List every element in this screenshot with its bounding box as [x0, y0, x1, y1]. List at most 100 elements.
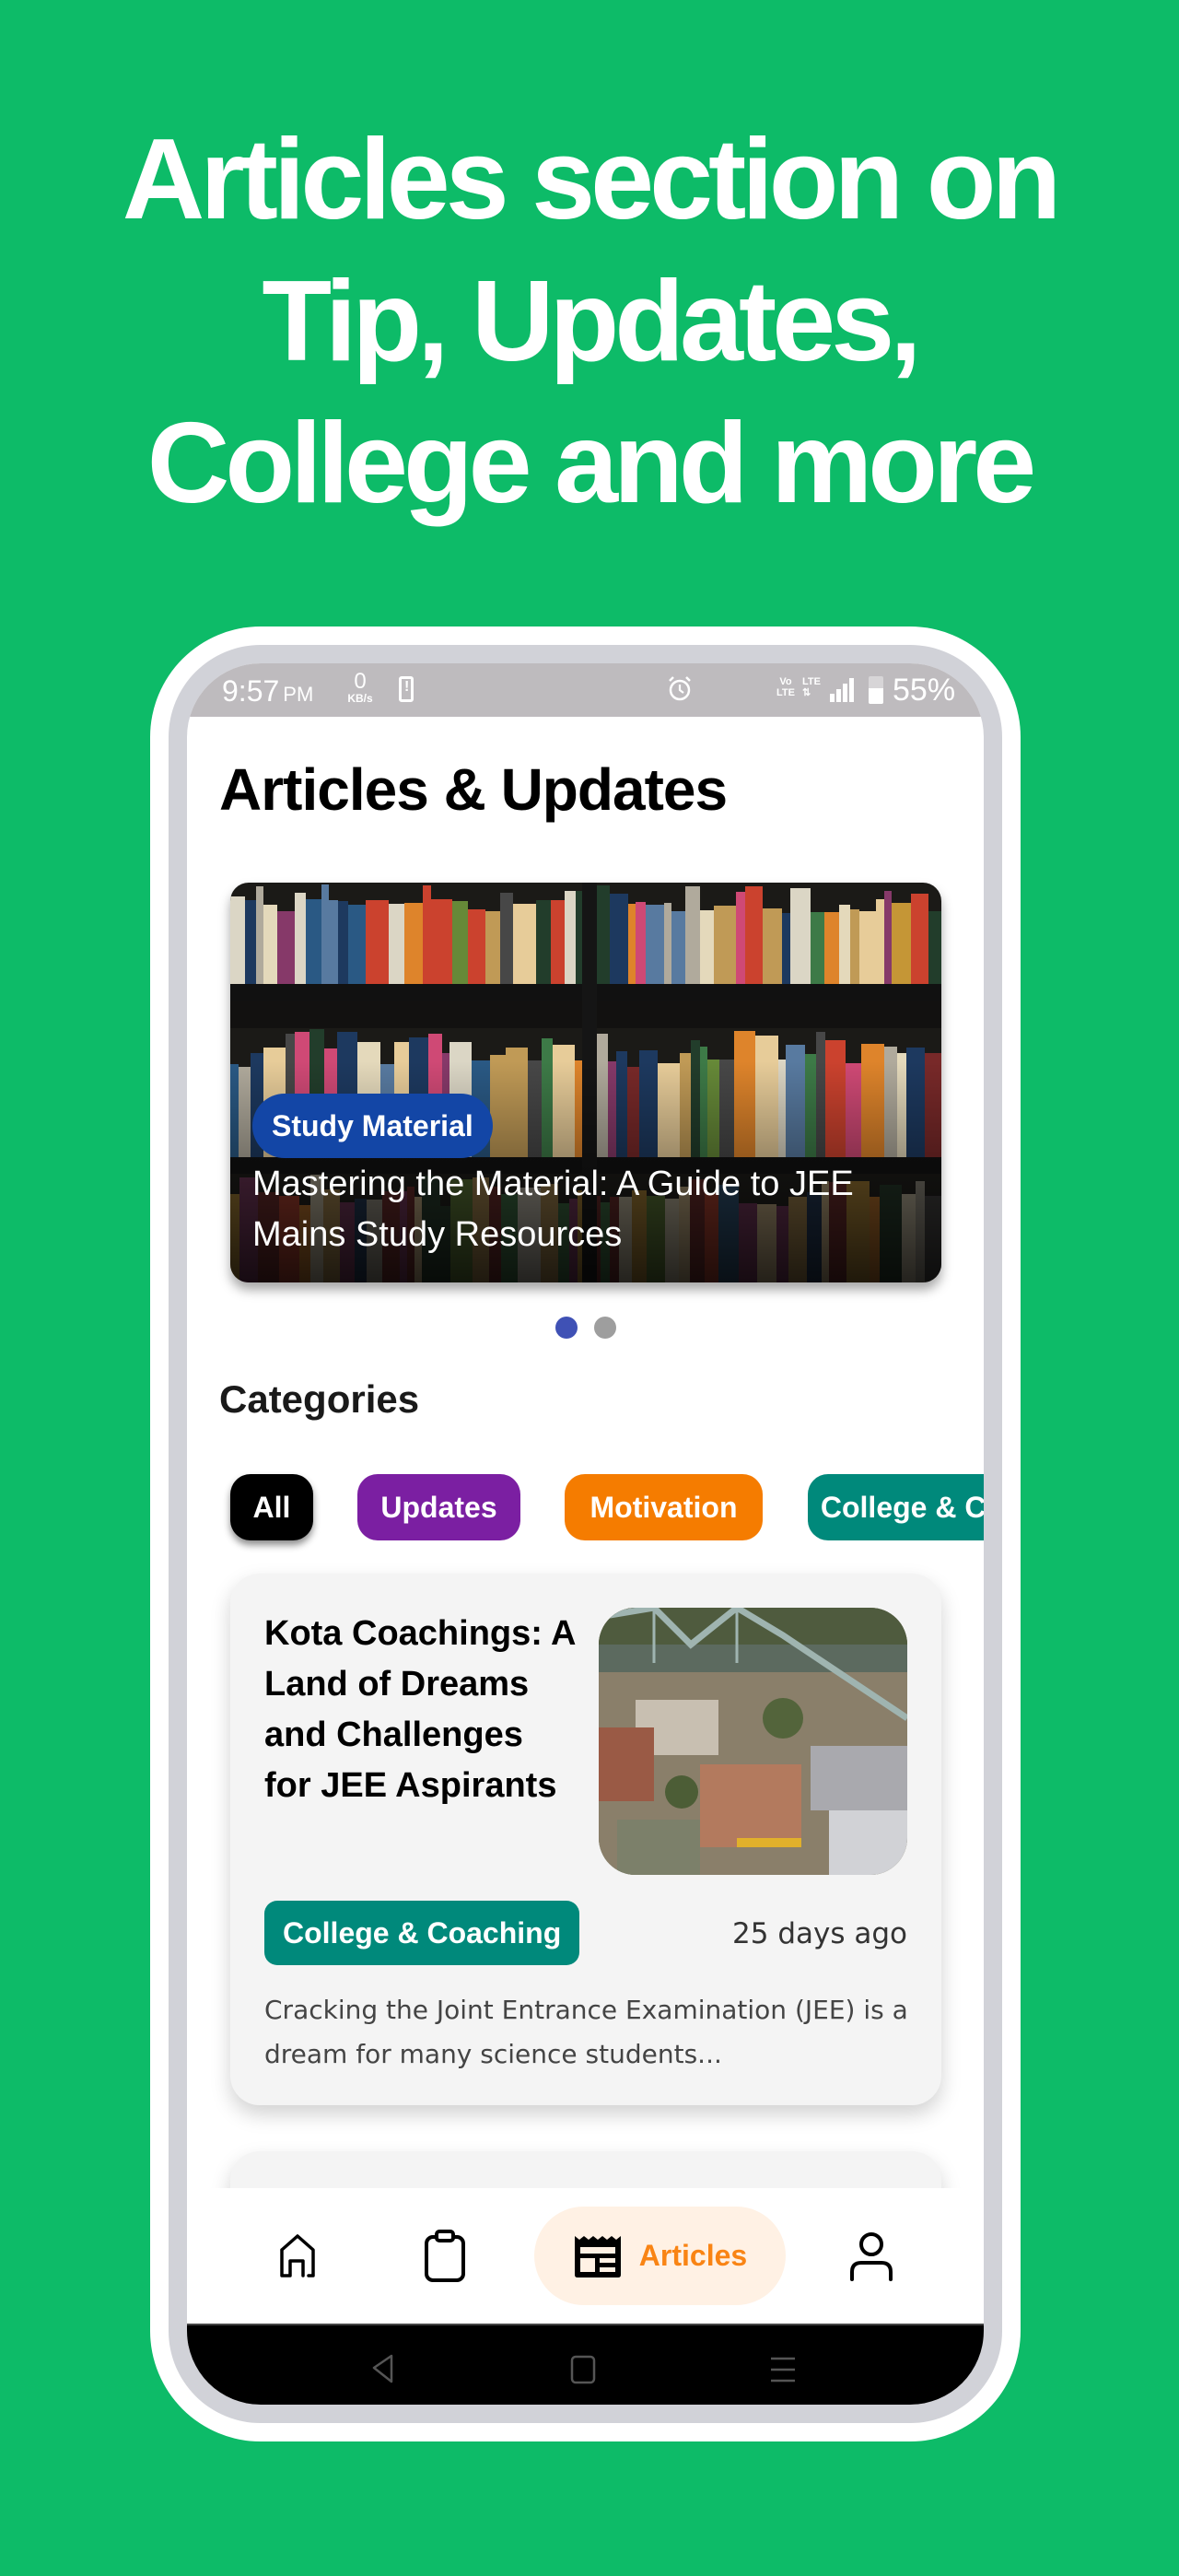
- headline-line-2: Tip, Updates,: [262, 258, 921, 385]
- book-spine: [305, 898, 322, 984]
- carousel-dots: [187, 1317, 984, 1339]
- status-time-ampm: PM: [283, 683, 314, 706]
- newspaper-icon: [574, 2235, 621, 2277]
- volte-bottom: LTE: [776, 687, 795, 698]
- signal-icon: [830, 678, 854, 702]
- carousel-dot[interactable]: [593, 1317, 616, 1339]
- recents-icon[interactable]: [769, 2355, 797, 2384]
- book-spine: [884, 890, 893, 984]
- book-spine: [451, 900, 469, 984]
- book-spine: [876, 898, 885, 984]
- book-spine: [565, 890, 577, 984]
- net-speed-value: 0: [354, 669, 367, 694]
- category-chip-all[interactable]: All: [230, 1474, 313, 1540]
- bottom-nav: Articles: [187, 2188, 984, 2324]
- book-spine: [790, 887, 811, 984]
- clipboard-icon: [425, 2229, 465, 2282]
- book-spine: [736, 891, 745, 984]
- back-icon[interactable]: [369, 2353, 395, 2384]
- book-spine: [535, 899, 551, 984]
- battery-icon: [869, 676, 883, 704]
- phone-alert-icon: [399, 676, 414, 702]
- net-speed: 0 KB/s: [342, 669, 379, 705]
- status-time-value: 9:57: [222, 674, 280, 708]
- page-title: Articles & Updates: [219, 756, 728, 823]
- book-spine: [244, 899, 256, 984]
- book-spine: [824, 911, 840, 984]
- book-spine: [645, 905, 665, 984]
- book-spine: [431, 898, 452, 984]
- article-time-ago: 25 days ago: [732, 1917, 907, 1950]
- categories-heading: Categories: [219, 1377, 420, 1421]
- book-spine: [609, 894, 629, 984]
- banner-category-badge[interactable]: Study Material: [252, 1094, 493, 1158]
- book-spine: [699, 909, 715, 984]
- carousel-dot-active[interactable]: [554, 1317, 578, 1339]
- book-spine: [230, 896, 245, 984]
- book-spine: [468, 908, 485, 984]
- banner-title[interactable]: Mastering the Material: A Guide to JEE M…: [252, 1159, 925, 1260]
- book-spine: [762, 907, 783, 984]
- nav-articles-label: Articles: [638, 2239, 748, 2272]
- book-spine: [928, 910, 941, 984]
- headline-line-1: Articles section on: [122, 116, 1061, 243]
- headline-line-3: College and more: [146, 400, 1036, 527]
- book-spine: [294, 893, 306, 984]
- book-spine: [636, 901, 646, 984]
- book-spine: [277, 910, 295, 984]
- category-chip-college-coaching[interactable]: College & Coaching: [808, 1474, 984, 1540]
- book-spine: [513, 904, 536, 984]
- book-spine: [337, 900, 348, 984]
- book-spine: [499, 893, 514, 984]
- carousel-slide[interactable]: Study Material Mastering the Material: A…: [230, 883, 941, 1282]
- book-spine: [329, 899, 338, 984]
- book-spine: [892, 903, 911, 984]
- article-thumbnail: [599, 1608, 907, 1875]
- system-nav-bar: [187, 2324, 984, 2405]
- user-icon: [850, 2231, 893, 2281]
- book-spine: [423, 885, 432, 984]
- book-spine: [388, 904, 404, 984]
- book-spine: [347, 905, 367, 984]
- nav-articles[interactable]: Articles: [534, 2207, 786, 2305]
- article-title: Kota Coachings: A Land of Dreams and Cha…: [264, 1614, 576, 1805]
- book-spine: [403, 903, 424, 984]
- article-card[interactable]: Kota Coachings: A Land of Dreams and Cha…: [230, 1574, 941, 2105]
- book-spine: [744, 886, 763, 984]
- nav-tests[interactable]: [408, 2188, 482, 2324]
- book-spine: [810, 911, 825, 984]
- article-category-badge[interactable]: College & Coaching: [264, 1901, 580, 1965]
- phone-screen: 9:57PM 0 KB/s Vo LTE LTE ⇅ 55% Articl: [187, 663, 984, 2405]
- lte-label: LTE: [802, 676, 821, 687]
- book-spine: [664, 903, 672, 984]
- lte-data-icon: LTE ⇅: [802, 676, 821, 698]
- article-excerpt: Cracking the Joint Entrance Examination …: [264, 1995, 908, 2069]
- category-chip-motivation[interactable]: Motivation: [565, 1474, 763, 1540]
- home-icon: [280, 2233, 315, 2277]
- book-spine: [550, 899, 566, 984]
- status-time: 9:57 PM: [222, 674, 313, 708]
- book-spine: [839, 905, 850, 984]
- battery-percent: 55%: [893, 673, 956, 708]
- book-spine: [910, 894, 929, 984]
- volte-top: Vo: [779, 676, 792, 687]
- book-spine: [714, 906, 737, 984]
- volte-icon: Vo LTE: [776, 676, 795, 698]
- book-spine: [628, 904, 636, 984]
- banner-title-line-2: Mains Study Resources: [252, 1215, 623, 1254]
- nav-home[interactable]: [261, 2188, 334, 2324]
- home-square-icon[interactable]: [569, 2355, 597, 2384]
- net-speed-unit: KB/s: [347, 692, 373, 705]
- status-bar: 9:57PM 0 KB/s Vo LTE LTE ⇅ 55%: [187, 663, 984, 717]
- city-bridge-image: [599, 1608, 907, 1875]
- book-spine: [255, 886, 264, 984]
- book-spine: [849, 908, 859, 984]
- alarm-icon: [669, 676, 691, 701]
- book-spine: [484, 910, 500, 984]
- category-chip-updates[interactable]: Updates: [357, 1474, 520, 1540]
- banner-title-line-1: Mastering the Material: A Guide to JEE: [252, 1165, 854, 1203]
- nav-profile[interactable]: [835, 2188, 908, 2324]
- book-spine: [366, 899, 389, 984]
- book-spine: [685, 886, 700, 984]
- book-spine: [263, 905, 278, 984]
